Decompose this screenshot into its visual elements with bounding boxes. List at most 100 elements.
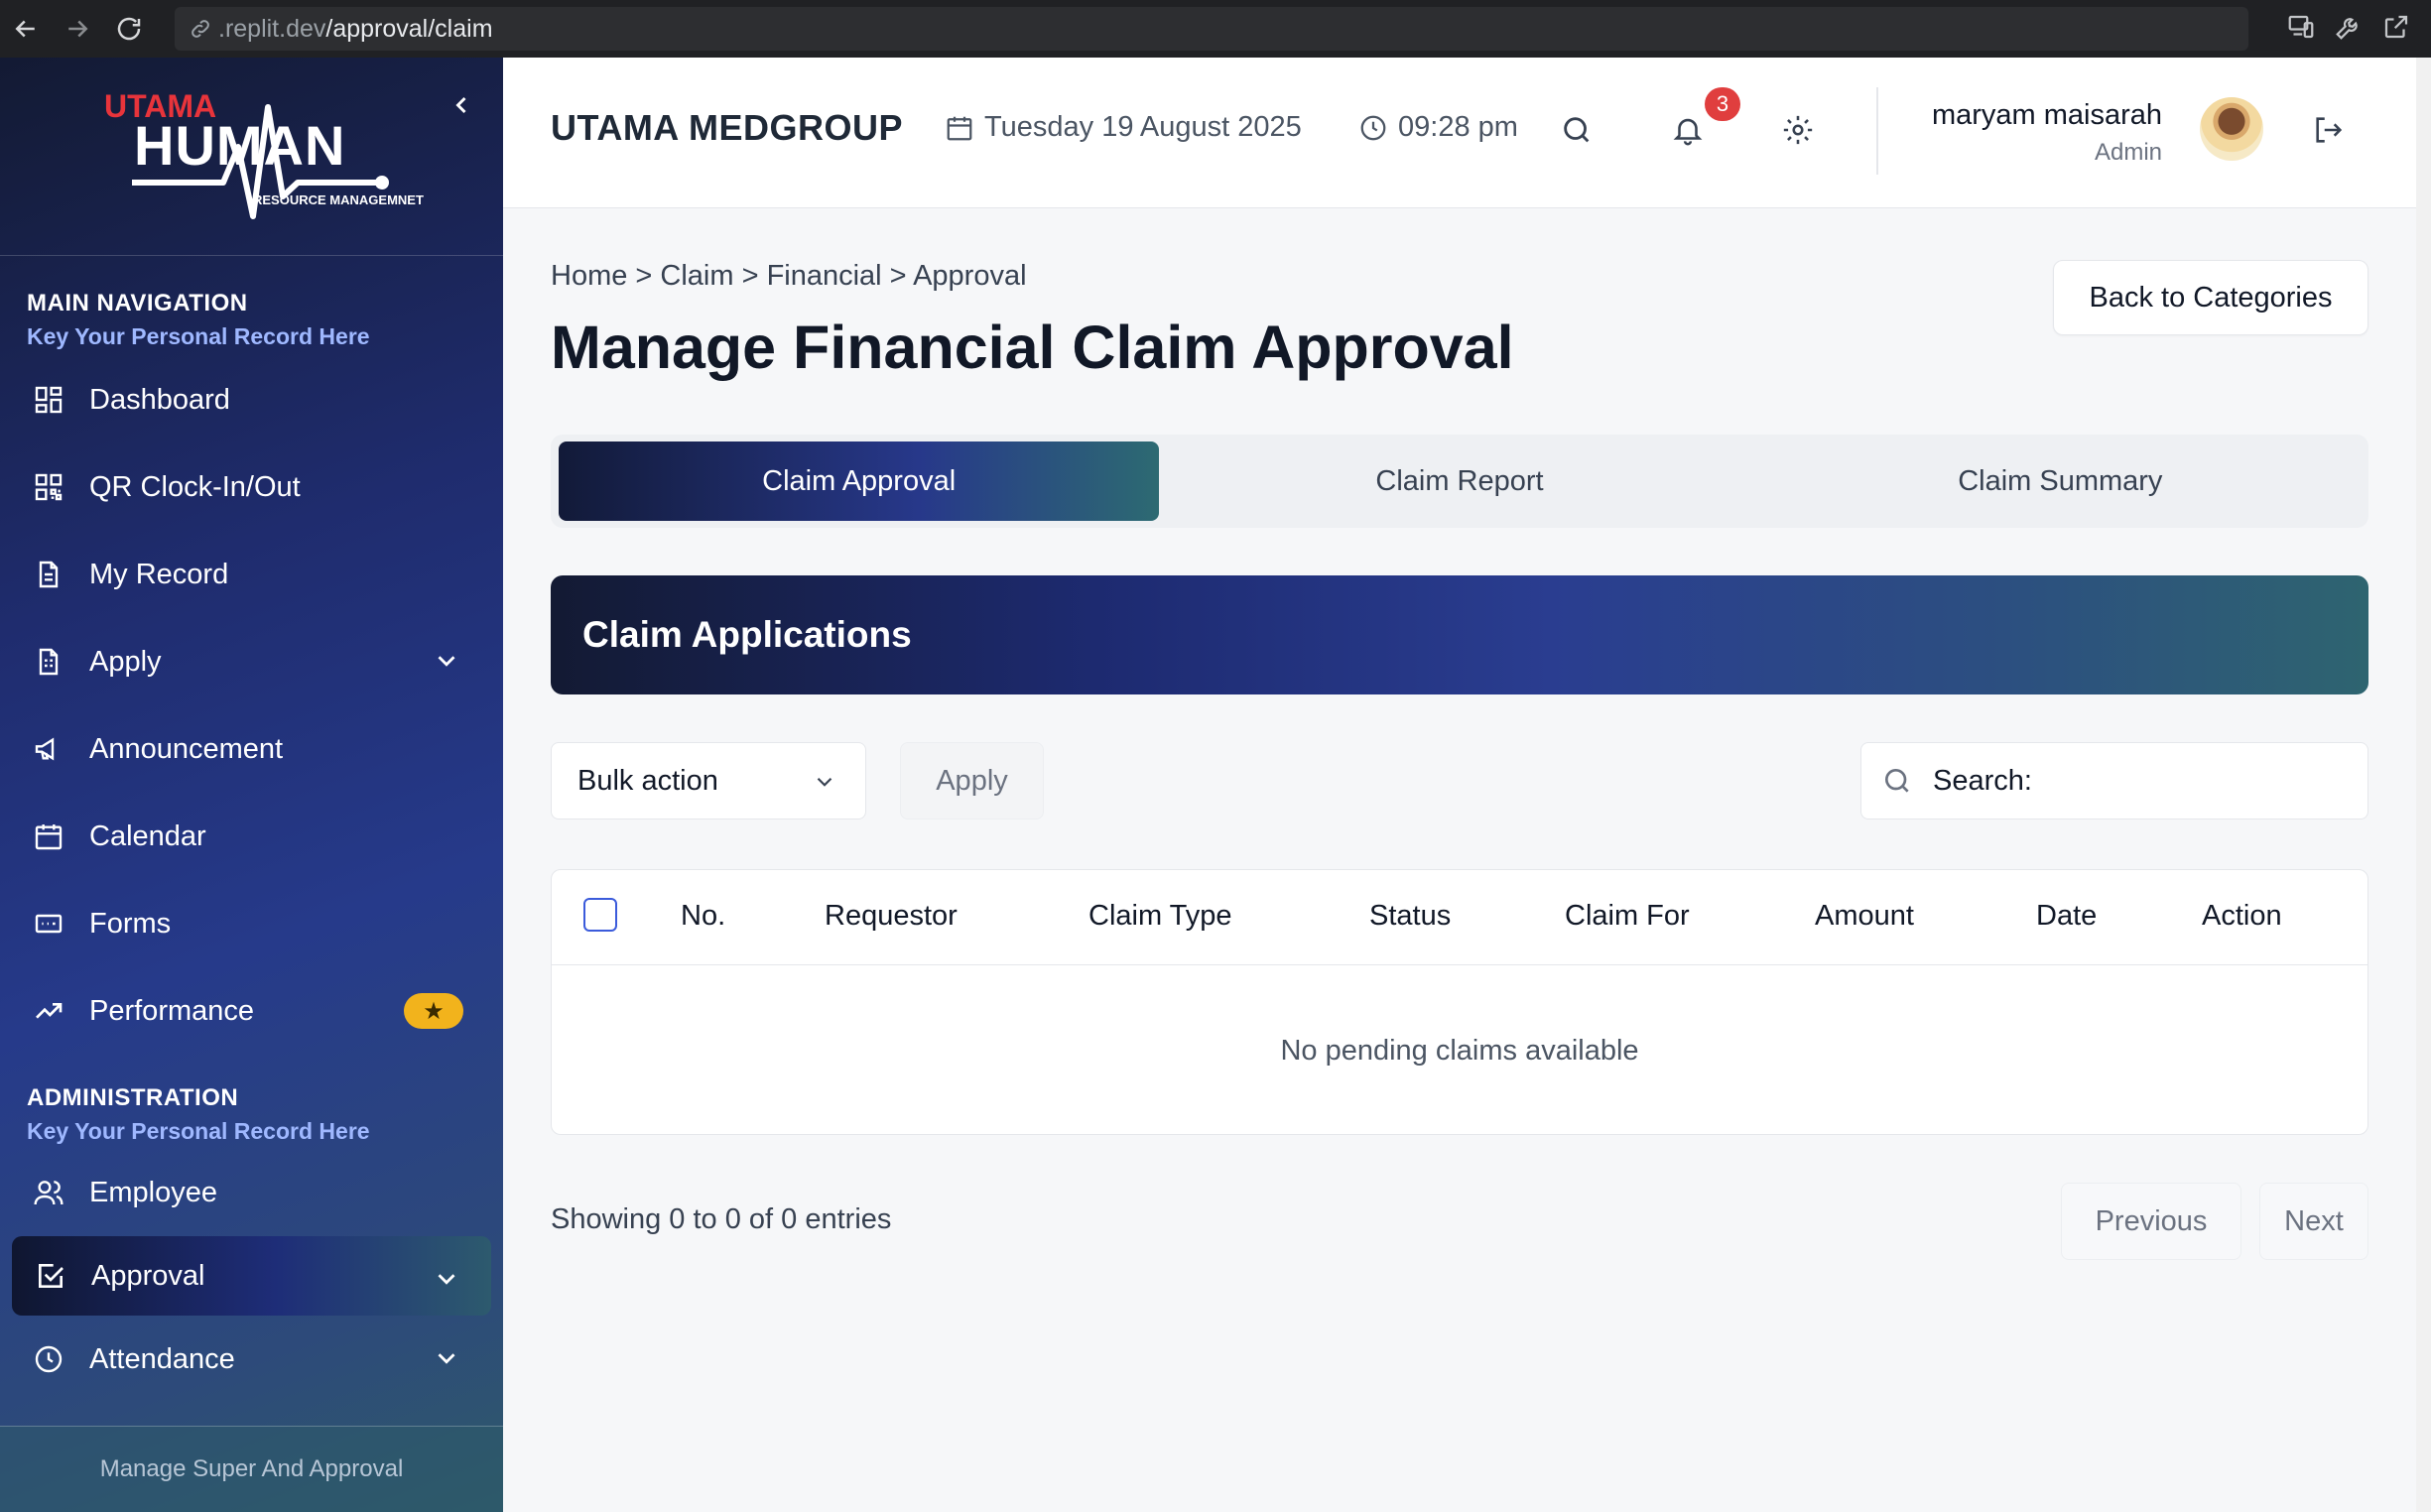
- column-claim-for[interactable]: Claim For: [1565, 900, 1690, 933]
- main-navigation-title: MAIN NAVIGATION: [27, 290, 248, 316]
- reload-icon[interactable]: [103, 0, 155, 58]
- page-scrollbar[interactable]: [2416, 58, 2431, 1512]
- open-external-icon[interactable]: [2381, 12, 2411, 47]
- sidebar-item-label: Approval: [91, 1259, 205, 1292]
- calendar-icon: [32, 819, 65, 853]
- column-no[interactable]: No.: [681, 900, 725, 933]
- form-icon: [32, 645, 65, 679]
- sidebar-item-label: My Record: [89, 558, 229, 590]
- sidebar-item-label: Announcement: [89, 732, 284, 765]
- wrench-icon[interactable]: [2334, 12, 2364, 47]
- calendar-icon: [947, 116, 972, 140]
- administration-title: ADMINISTRATION: [27, 1084, 239, 1111]
- column-date[interactable]: Date: [2036, 900, 2097, 933]
- tab-claim-approval[interactable]: Claim Approval: [559, 441, 1160, 521]
- trending-up-icon: [32, 994, 65, 1028]
- users-icon: [32, 1176, 65, 1209]
- browser-toolbar: .replit.dev/approval/claim: [0, 0, 2431, 58]
- brand-title: UTAMA MEDGROUP: [551, 107, 903, 148]
- bulk-action-select[interactable]: Bulk action: [551, 742, 866, 819]
- sidebar-item-label: Performance: [89, 994, 255, 1027]
- logout-icon[interactable]: [2312, 113, 2348, 149]
- column-requestor[interactable]: Requestor: [825, 900, 958, 933]
- previous-button[interactable]: Previous: [2061, 1183, 2241, 1260]
- back-to-categories-button[interactable]: Back to Categories: [2053, 260, 2368, 335]
- chevron-down-icon: [817, 777, 832, 787]
- sidebar-item-label: Attendance: [89, 1342, 235, 1375]
- sidebar-item-label: Dashboard: [89, 383, 230, 416]
- url-domain: .replit.dev: [218, 14, 326, 43]
- search-icon[interactable]: [1560, 113, 1596, 149]
- main-content: Home > Claim > Financial > Approval Mana…: [503, 208, 2416, 1512]
- tab-bar: Claim Approval Claim Report Claim Summar…: [551, 435, 2368, 528]
- dashboard-icon: [32, 383, 65, 417]
- sidebar-item-label: QR Clock-In/Out: [89, 470, 301, 503]
- empty-table-message: No pending claims available: [1280, 1034, 1639, 1067]
- bulk-action-value: Bulk action: [577, 764, 718, 797]
- column-status[interactable]: Status: [1369, 900, 1451, 933]
- gear-icon[interactable]: [1781, 113, 1817, 149]
- date-text: Tuesday 19 August 2025: [984, 111, 1302, 143]
- sidebar-item-forms[interactable]: Forms: [0, 880, 503, 967]
- sidebar-item-attendance[interactable]: Attendance: [0, 1316, 503, 1403]
- tab-claim-summary[interactable]: Claim Summary: [1760, 441, 2361, 521]
- sidebar-item-label: Employee: [89, 1176, 217, 1208]
- clock-icon: [32, 1342, 65, 1376]
- column-action[interactable]: Action: [2202, 900, 2282, 933]
- search-input[interactable]: [1933, 764, 2330, 798]
- time-text: 09:28 pm: [1398, 111, 1518, 143]
- bell-icon[interactable]: [1671, 113, 1707, 149]
- sidebar: UTAMA HUMAN RESOURCE MANAGEMNET MAIN NAV…: [0, 58, 503, 1512]
- logo-area: UTAMA HUMAN RESOURCE MANAGEMNET: [0, 58, 503, 256]
- sidebar-item-label: Forms: [89, 907, 172, 940]
- column-amount[interactable]: Amount: [1815, 900, 1914, 933]
- apply-button[interactable]: Apply: [900, 742, 1044, 819]
- document-icon: [32, 558, 65, 591]
- sidebar-item-performance[interactable]: Performance ★: [0, 967, 503, 1055]
- avatar[interactable]: [2200, 97, 2263, 161]
- claims-table: No. Requestor Claim Type Status Claim Fo…: [551, 869, 2368, 1135]
- header-date: Tuesday 19 August 2025: [945, 111, 1302, 144]
- entries-info: Showing 0 to 0 of 0 entries: [551, 1203, 892, 1235]
- top-header: UTAMA MEDGROUP Tuesday 19 August 2025 09…: [503, 58, 2416, 208]
- chevron-down-icon: [438, 1274, 455, 1285]
- devices-icon[interactable]: [2286, 12, 2316, 47]
- qr-code-icon: [32, 470, 65, 504]
- clock-icon: [1360, 115, 1386, 140]
- forward-arrow-icon[interactable]: [52, 0, 103, 58]
- search-field[interactable]: [1860, 742, 2368, 819]
- sidebar-footer: Manage Super And Approval: [0, 1426, 503, 1512]
- notification-badge: 3: [1705, 87, 1740, 121]
- back-arrow-icon[interactable]: [0, 0, 52, 58]
- chevron-left-icon: [455, 96, 466, 114]
- sidebar-item-label: Apply: [89, 645, 162, 678]
- utama-human-logo: UTAMA HUMAN RESOURCE MANAGEMNET: [104, 88, 424, 219]
- table-header: No. Requestor Claim Type Status Claim Fo…: [552, 870, 2367, 965]
- address-bar[interactable]: .replit.dev/approval/claim: [175, 7, 2248, 51]
- administration-subtitle: Key Your Personal Record Here: [27, 1118, 370, 1144]
- star-badge: ★: [404, 993, 463, 1029]
- column-claim-type[interactable]: Claim Type: [1088, 900, 1232, 933]
- sidebar-item-my-record[interactable]: My Record: [0, 531, 503, 618]
- claim-applications-header: Claim Applications: [551, 575, 2368, 694]
- next-button[interactable]: Next: [2259, 1183, 2368, 1260]
- header-time: 09:28 pm: [1358, 111, 1518, 144]
- megaphone-icon: [32, 732, 65, 766]
- link-icon: [192, 20, 209, 38]
- select-all-checkbox[interactable]: [583, 898, 617, 932]
- sidebar-item-label: Calendar: [89, 819, 206, 852]
- page-title: Manage Financial Claim Approval: [551, 314, 1514, 381]
- sidebar-item-approval[interactable]: Approval: [12, 1236, 491, 1316]
- collapse-sidebar-button[interactable]: [448, 91, 475, 124]
- sidebar-item-qr-clock[interactable]: QR Clock-In/Out: [0, 443, 503, 531]
- sidebar-item-dashboard[interactable]: Dashboard: [0, 356, 503, 443]
- sidebar-item-apply[interactable]: Apply: [0, 618, 503, 705]
- sidebar-item-calendar[interactable]: Calendar: [0, 793, 503, 880]
- sidebar-item-employee[interactable]: Employee: [0, 1149, 503, 1236]
- tab-claim-report[interactable]: Claim Report: [1159, 441, 1759, 521]
- breadcrumb: Home > Claim > Financial > Approval: [551, 260, 1027, 292]
- chevron-down-icon: [438, 656, 455, 667]
- header-divider: [1876, 87, 1878, 175]
- sidebar-item-announcement[interactable]: Announcement: [0, 705, 503, 793]
- pagination: Previous Next: [2061, 1183, 2368, 1260]
